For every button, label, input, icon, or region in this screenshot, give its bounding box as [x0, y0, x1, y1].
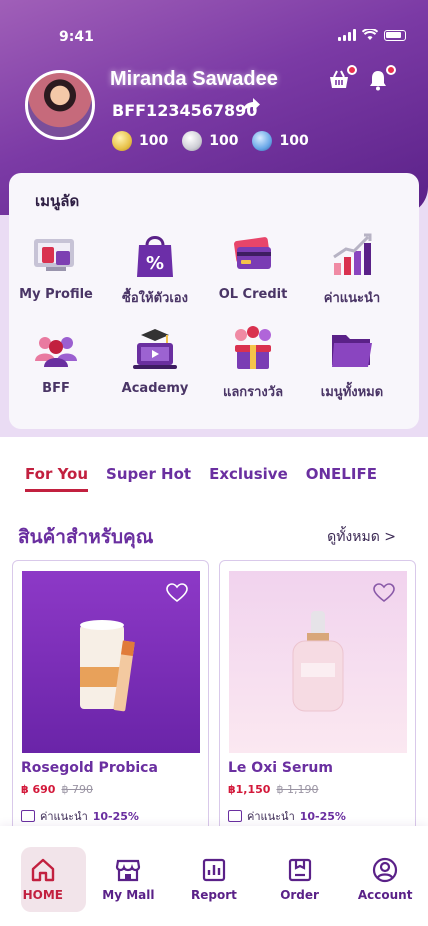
report-icon — [202, 858, 226, 882]
menu-item-commission[interactable]: ค่าแนะนำ — [302, 229, 402, 308]
menu-item-rewards[interactable]: แลกรางวัล — [203, 323, 303, 402]
commission-icon — [228, 810, 242, 822]
nav-order[interactable]: Order — [257, 826, 343, 926]
blue-coin-icon — [252, 131, 273, 151]
battery-icon — [384, 29, 406, 41]
gold-coin-icon — [112, 131, 132, 151]
share-icon[interactable] — [240, 96, 262, 116]
nav-report[interactable]: Report — [171, 826, 257, 926]
shopping-bag-percent-icon: % — [137, 236, 173, 277]
favorite-heart-icon[interactable] — [373, 583, 395, 603]
menu-item-ol-credit[interactable]: OL Credit — [203, 229, 303, 302]
product-commission: ค่าแนะนำ 10-25% — [228, 807, 346, 825]
product-image — [229, 571, 407, 753]
menu-item-all-menu[interactable]: เมนูทั้งหมด — [302, 323, 402, 402]
product-commission: ค่าแนะนำ 10-25% — [21, 807, 139, 825]
silver-coin-icon — [182, 131, 203, 151]
store-icon — [116, 859, 141, 882]
product-card[interactable]: Le Oxi Serum ฿1,150 ฿ 1,190 ค่าแนะนำ 10-2… — [219, 560, 416, 840]
silver-coin-balance: 100 — [182, 131, 238, 151]
member-id: BFF1234567890 — [112, 101, 258, 120]
see-all-link[interactable]: ดูทั้งหมด > — [327, 526, 396, 548]
tab-onelife[interactable]: ONELIFE — [306, 465, 377, 492]
shortcut-menu-card: เมนูลัด My Profile % ซื้อให้ตัวเอง OL Cr… — [9, 173, 419, 429]
nav-home[interactable]: HOME — [0, 826, 86, 926]
svg-text:%: % — [146, 253, 164, 274]
nav-my-mall[interactable]: My Mall — [86, 826, 172, 926]
section-title: สินค้าสำหรับคุณ — [18, 526, 154, 548]
credit-card-icon — [234, 237, 271, 269]
product-card[interactable]: Rosegold Probica ฿ 690 ฿ 790 ค่าแนะนำ 10-… — [12, 560, 209, 840]
profile-cards-icon — [34, 239, 74, 271]
bottom-navigation: HOME My Mall Report Order Account — [0, 826, 428, 926]
tab-super-hot[interactable]: Super Hot — [106, 465, 191, 492]
product-name: Le Oxi Serum — [228, 760, 333, 776]
product-price: ฿1,150 ฿ 1,190 — [228, 783, 319, 796]
menu-title: เมนูลัด — [35, 192, 80, 210]
cart-notification-dot — [347, 65, 357, 75]
product-price: ฿ 690 ฿ 790 — [21, 783, 93, 796]
commission-icon — [21, 810, 35, 822]
menu-item-bff[interactable]: BFF — [6, 323, 106, 396]
favorite-heart-icon[interactable] — [166, 583, 188, 603]
blue-coin-balance: 100 — [252, 131, 309, 151]
menu-item-my-profile[interactable]: My Profile — [6, 229, 106, 302]
tab-for-you[interactable]: For You — [25, 465, 89, 492]
cart-button[interactable] — [327, 65, 357, 94]
growth-chart-icon — [333, 233, 372, 275]
product-image — [22, 571, 200, 753]
product-tabs: For You Super Hot Exclusive ONELIFE — [25, 465, 377, 492]
folder-icon — [332, 335, 372, 367]
coin-balances: 100 100 100 — [112, 131, 315, 151]
avatar[interactable] — [25, 70, 95, 140]
product-name: Rosegold Probica — [21, 760, 158, 776]
signal-icon — [338, 29, 356, 41]
product-old-price: ฿ 1,190 — [276, 783, 319, 796]
bell-notification-dot — [386, 65, 396, 75]
gold-coin-balance: 100 — [112, 131, 168, 151]
group-users-icon — [35, 337, 77, 367]
home-icon — [31, 858, 54, 882]
academy-laptop-icon — [133, 329, 177, 369]
wifi-icon — [362, 29, 378, 40]
order-box-icon — [288, 858, 311, 882]
menu-item-buy-for-self[interactable]: % ซื้อให้ตัวเอง — [105, 229, 205, 308]
gift-balloons-icon — [235, 326, 271, 369]
status-icons — [338, 29, 406, 41]
nav-account[interactable]: Account — [342, 826, 428, 926]
product-old-price: ฿ 790 — [61, 783, 93, 796]
status-time: 9:41 — [59, 29, 94, 45]
tab-exclusive[interactable]: Exclusive — [209, 465, 288, 492]
user-name: Miranda Sawadee — [110, 68, 278, 90]
account-icon — [373, 857, 398, 883]
menu-item-academy[interactable]: Academy — [105, 323, 205, 396]
notification-button[interactable] — [366, 65, 396, 94]
